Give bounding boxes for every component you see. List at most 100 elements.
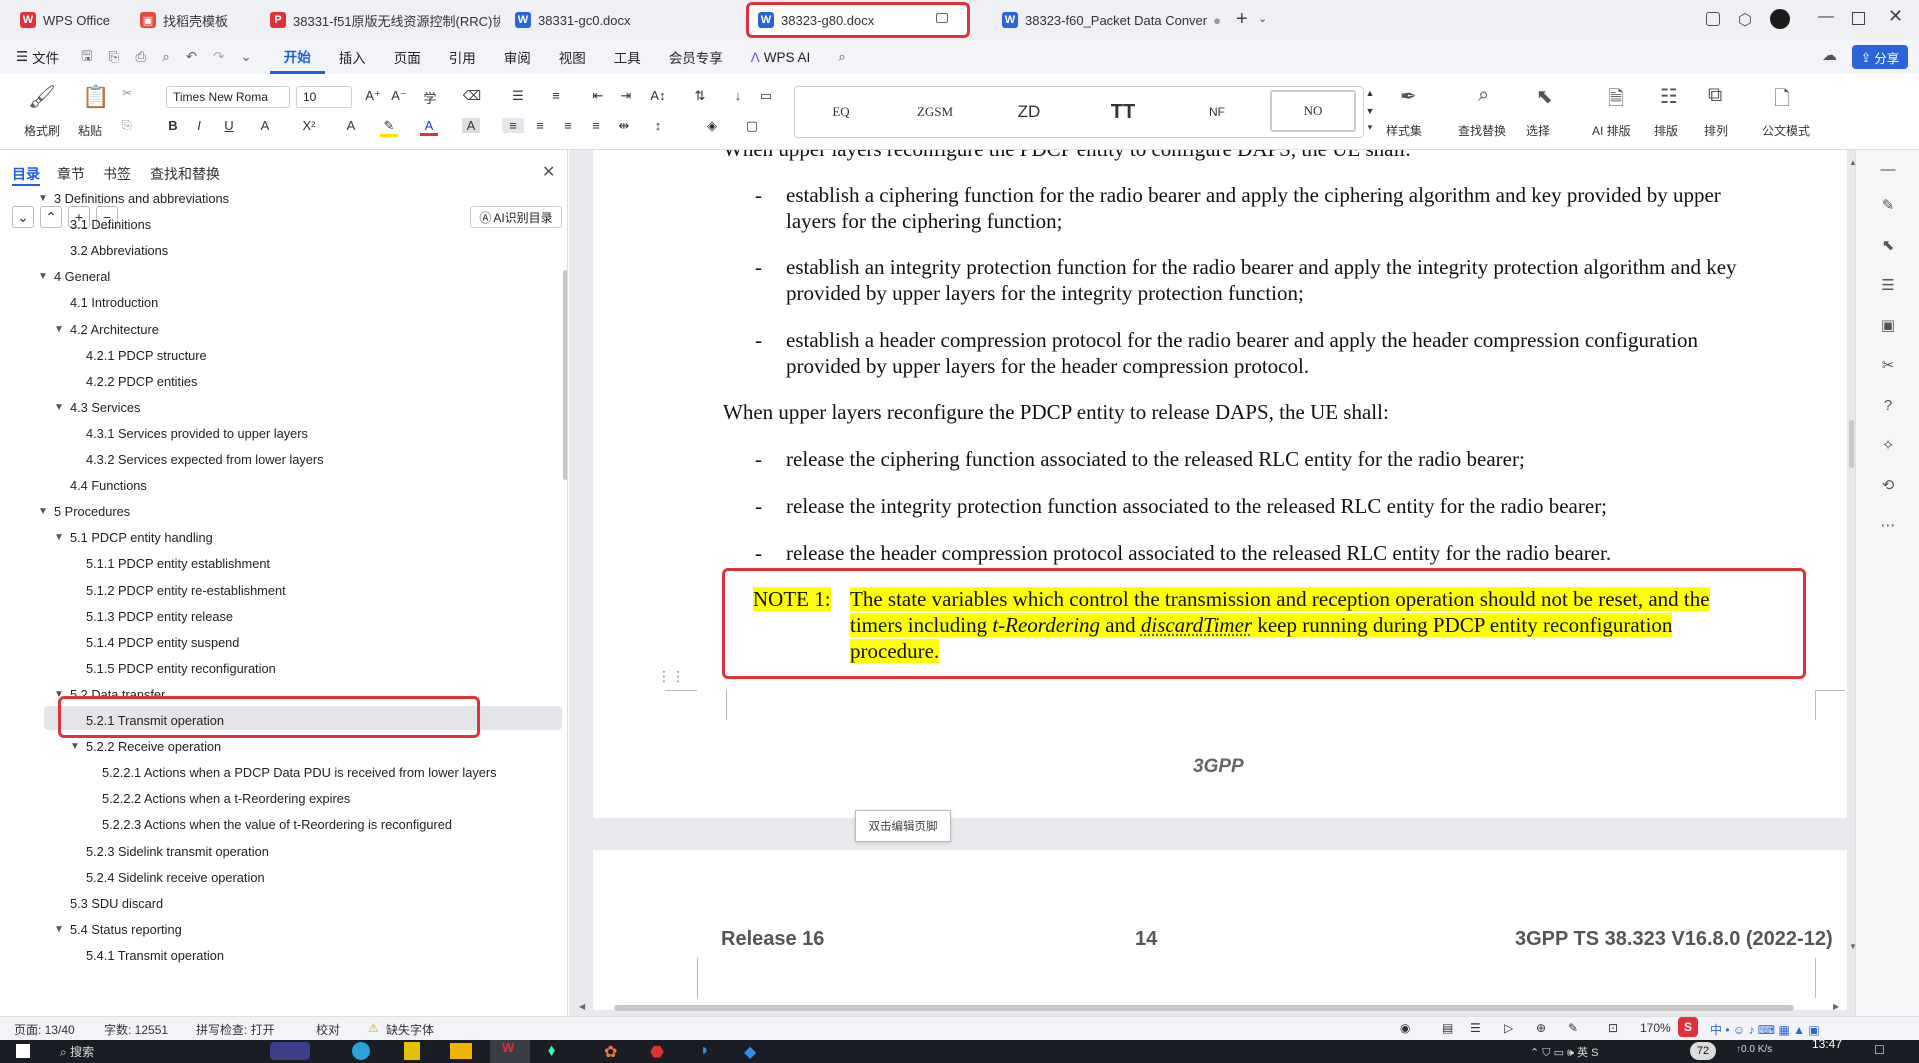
expand-toggle-icon[interactable]: ▼ (54, 397, 64, 419)
highlight-icon[interactable]: ✎ (380, 118, 398, 137)
tab-38331-gc0[interactable]: W 38331-gc0.docx (505, 4, 740, 36)
menu-page[interactable]: 页面 (380, 40, 435, 74)
font-name-select[interactable]: Times New Roma (166, 86, 290, 108)
save-icon[interactable]: 🖫 (73, 40, 101, 74)
expand-toggle-icon[interactable]: ▼ (38, 266, 48, 288)
magic-icon[interactable]: ✧ (1878, 436, 1898, 456)
file-menu[interactable]: ☰ 文件 (0, 40, 73, 74)
style-zd[interactable]: ZD (994, 96, 1064, 128)
sliders-icon[interactable]: ☰ (1878, 276, 1898, 296)
menu-tools[interactable]: 工具 (600, 40, 655, 74)
toc-item[interactable]: 4.1 Introduction (70, 292, 158, 314)
style-zgsm[interactable]: ZGSM (900, 96, 970, 128)
notes-icon[interactable] (404, 1042, 420, 1060)
menu-home[interactable]: 开始 (269, 40, 325, 74)
expand-toggle-icon[interactable]: ▼ (70, 736, 80, 758)
app-icon[interactable]: ⬣ (650, 1042, 664, 1062)
search-icon[interactable]: ⌕ (824, 40, 860, 74)
toc-item[interactable]: 5.2.4 Sidelink receive operation (86, 867, 265, 889)
toc-item[interactable]: 5.3 SDU discard (70, 893, 163, 915)
toc-item[interactable]: 5.1 PDCP entity handling (70, 527, 213, 549)
official-doc-icon[interactable]: 🗋 (1774, 84, 1790, 118)
expand-toggle-icon[interactable]: ▼ (38, 188, 48, 210)
paste-icon[interactable]: 📋 (82, 84, 109, 110)
edit-footer-button[interactable]: 双击编辑页脚 (855, 810, 951, 842)
expand-toggle-icon[interactable]: ▼ (38, 501, 48, 523)
toc-item[interactable]: 5.4 Status reporting (70, 919, 182, 941)
tab-38331-f51[interactable]: P 38331-f51原版无线资源控制(RRC)协 (260, 4, 500, 36)
phonetic-icon[interactable]: 学 (420, 88, 440, 107)
shrink-font-icon[interactable]: A⁻ (390, 88, 408, 104)
horizontal-scrollbar[interactable]: ◀ ▶ (569, 1002, 1855, 1014)
redo-icon[interactable]: ↷ (205, 40, 232, 74)
scroll-right-icon[interactable]: ▶ (1833, 1002, 1839, 1011)
style-no[interactable]: NO (1270, 90, 1356, 132)
app-icon[interactable]: ◗ (700, 1042, 710, 1060)
toc-item[interactable]: 5 Procedures (54, 501, 130, 523)
nav-tab-find[interactable]: 查找和替换 (150, 164, 220, 184)
eye-icon[interactable]: ◉ (1400, 1021, 1410, 1035)
edge-icon[interactable] (352, 1042, 370, 1060)
chevron-down-icon[interactable]: ⌄ (232, 40, 259, 74)
missing-font[interactable]: 缺失字体 (386, 1021, 434, 1038)
scrollbar-thumb[interactable] (614, 1005, 1794, 1011)
justify-icon[interactable]: ≡ (586, 118, 606, 133)
paste-button[interactable]: 粘贴 (78, 122, 102, 139)
expand-toggle-icon[interactable]: ▼ (54, 319, 64, 341)
page-count[interactable]: 页面: 13/40 (14, 1021, 75, 1038)
app-icon[interactable] (270, 1042, 310, 1060)
toc-item[interactable]: 4.4 Functions (70, 475, 147, 497)
minimize-icon[interactable]: — (1818, 8, 1834, 26)
expand-toggle-icon[interactable]: ▼ (54, 527, 64, 549)
pen-icon[interactable]: ✎ (1878, 196, 1898, 216)
sync-icon[interactable]: ⟲ (1878, 476, 1898, 496)
distribute-icon[interactable]: ⇹ (614, 118, 634, 134)
tools-icon[interactable]: ✂ (1878, 356, 1898, 376)
indent-icon[interactable]: ⇥ (616, 88, 636, 104)
arrange-icon[interactable]: ⧉ (1708, 84, 1722, 107)
word-count[interactable]: 字数: 12551 (104, 1021, 168, 1038)
arrange-button[interactable]: 排列 (1704, 122, 1728, 139)
toc-item[interactable]: 3.2 Abbreviations (70, 240, 168, 262)
toc-item[interactable]: 3.1 Definitions (70, 214, 151, 236)
vertical-scrollbar[interactable]: ▲ ▼ (1849, 158, 1855, 998)
align-center-icon[interactable]: ≡ (530, 118, 550, 133)
nav-tab-bookmarks[interactable]: 书签 (103, 164, 131, 184)
collapse-all-icon[interactable]: ⌄ (12, 206, 34, 228)
edit-icon[interactable]: ✎ (1568, 1021, 1578, 1035)
tab-wps-office[interactable]: W WPS Office (10, 4, 128, 36)
print-icon[interactable]: ⎙ (127, 40, 154, 74)
taskbar-search[interactable]: ⌕ 搜索 (60, 1043, 94, 1060)
copy-icon[interactable]: ⎘ (122, 118, 132, 133)
bold-icon[interactable]: B (166, 118, 180, 133)
wps-taskbar-icon[interactable]: W (490, 1040, 530, 1063)
scrollbar-thumb[interactable] (563, 270, 567, 480)
grow-font-icon[interactable]: A⁺ (364, 88, 382, 104)
gallery-down-icon[interactable]: ▼ (1364, 106, 1376, 116)
show-marks-icon[interactable]: ▭ (756, 88, 776, 104)
select-icon[interactable]: ⬉ (1536, 84, 1553, 109)
tray-icons[interactable]: ⌃ ⛉ ▭ 🕪 英 S (1530, 1044, 1598, 1060)
style-tt[interactable]: TT (1088, 96, 1158, 128)
toc-item[interactable]: 4 General (54, 266, 110, 288)
drag-handle-icon[interactable]: ⋮⋮ (657, 668, 685, 685)
font-color-icon[interactable]: A (420, 118, 438, 136)
find-icon[interactable]: ⌕ (1478, 84, 1489, 107)
restore-icon[interactable] (1852, 12, 1865, 25)
toc-item[interactable]: 4.3.1 Services provided to upper layers (86, 423, 308, 445)
italic-icon[interactable]: I (192, 118, 206, 133)
app-icon[interactable]: ✿ (604, 1042, 617, 1062)
collapse-icon[interactable]: — (1878, 160, 1898, 180)
clear-format-icon[interactable]: ⌫ (462, 88, 482, 104)
toc-item[interactable]: 5.2.2 Receive operation (86, 736, 221, 758)
ime-logo-icon[interactable]: S (1678, 1017, 1698, 1037)
layout-icon[interactable]: ☷ (1660, 84, 1678, 109)
find-replace-button[interactable]: 查找替换 (1458, 122, 1506, 139)
menu-references[interactable]: 引用 (435, 40, 490, 74)
menu-review[interactable]: 审阅 (490, 40, 545, 74)
cut-icon[interactable]: ✂ (122, 86, 132, 100)
scroll-left-icon[interactable]: ◀ (579, 1002, 585, 1011)
toc-item[interactable]: 4.2.1 PDCP structure (86, 345, 207, 367)
toc-item[interactable]: 5.1.1 PDCP entity establishment (86, 553, 270, 575)
spell-check[interactable]: 拼写检查: 打开 (196, 1021, 275, 1038)
